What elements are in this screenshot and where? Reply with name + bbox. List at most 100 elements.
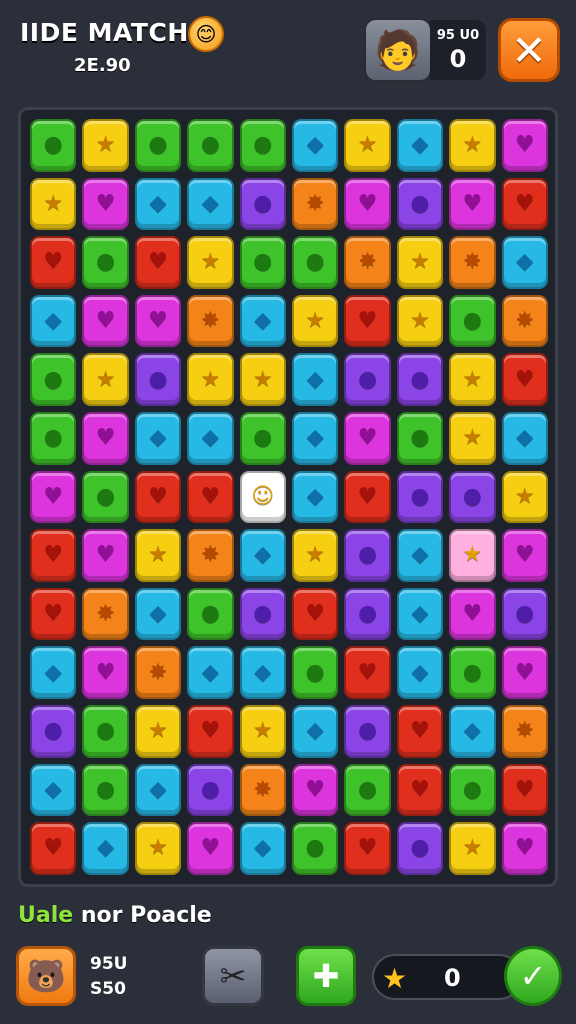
game-tile[interactable]: ◆: [82, 822, 129, 875]
game-tile[interactable]: ♥: [396, 763, 444, 817]
game-tile[interactable]: ●: [239, 236, 286, 289]
game-tile[interactable]: ◆: [291, 411, 339, 465]
game-tile[interactable]: ●: [396, 470, 444, 524]
game-tile[interactable]: ●: [30, 353, 77, 406]
confirm-button[interactable]: ✓: [504, 946, 562, 1006]
game-tile[interactable]: ●: [82, 763, 129, 817]
game-tile[interactable]: ♥: [501, 529, 548, 582]
game-tile[interactable]: ♥: [501, 646, 548, 699]
game-tile[interactable]: ◆: [396, 646, 444, 699]
game-tile[interactable]: ★: [449, 119, 496, 172]
close-button[interactable]: ✕: [498, 18, 560, 82]
game-tile[interactable]: ♥: [30, 529, 77, 582]
game-tile[interactable]: ✸: [501, 294, 548, 348]
game-tile[interactable]: ●: [396, 411, 444, 465]
game-tile[interactable]: ♥: [291, 587, 339, 641]
game-tile[interactable]: ♥: [134, 236, 182, 289]
game-tile[interactable]: ◆: [291, 470, 339, 524]
game-tile[interactable]: ♥: [82, 646, 129, 699]
game-tile[interactable]: ♥: [82, 411, 129, 465]
game-tile[interactable]: ♥: [291, 763, 339, 817]
game-tile[interactable]: ●: [344, 763, 391, 817]
game-tile[interactable]: ✸: [501, 704, 548, 758]
game-tile[interactable]: ♥: [501, 177, 548, 231]
game-tile[interactable]: ✸: [449, 236, 496, 289]
game-tile[interactable]: ♥: [501, 353, 548, 406]
game-tile[interactable]: ◆: [187, 177, 234, 231]
game-tile[interactable]: ♥: [396, 704, 444, 758]
game-tile[interactable]: ●: [239, 587, 286, 641]
game-tile[interactable]: ✸: [187, 529, 234, 582]
game-tile[interactable]: ♥: [344, 822, 391, 875]
game-tile[interactable]: ♥: [501, 822, 548, 875]
game-tile[interactable]: ●: [396, 822, 444, 875]
game-tile[interactable]: ♥: [344, 294, 391, 348]
game-tile[interactable]: ◆: [396, 529, 444, 582]
game-tile[interactable]: ●: [239, 411, 286, 465]
game-tile[interactable]: ★: [134, 529, 182, 582]
game-tile[interactable]: ♥: [187, 470, 234, 524]
game-tile[interactable]: ◆: [291, 704, 339, 758]
game-tile[interactable]: ●: [501, 587, 548, 641]
game-tile[interactable]: ♥: [82, 294, 129, 348]
game-tile[interactable]: ✸: [239, 763, 286, 817]
game-tile[interactable]: ◆: [134, 587, 182, 641]
game-tile[interactable]: ◆: [187, 646, 234, 699]
game-tile[interactable]: ♥: [501, 763, 548, 817]
game-tile[interactable]: ★: [396, 236, 444, 289]
game-tile[interactable]: ★: [239, 353, 286, 406]
game-tile[interactable]: ✸: [291, 177, 339, 231]
game-tile[interactable]: ◆: [134, 411, 182, 465]
game-tile[interactable]: ●: [449, 294, 496, 348]
game-tile[interactable]: ★: [30, 177, 77, 231]
game-tile[interactable]: ★: [449, 529, 496, 582]
game-tile[interactable]: ●: [344, 587, 391, 641]
game-tile[interactable]: ☺: [239, 470, 286, 524]
game-tile[interactable]: ♥: [30, 470, 77, 524]
game-tile[interactable]: ◆: [396, 587, 444, 641]
game-tile[interactable]: ●: [187, 763, 234, 817]
game-tile[interactable]: ◆: [239, 294, 286, 348]
game-tile[interactable]: ◆: [134, 763, 182, 817]
game-tile[interactable]: ●: [82, 704, 129, 758]
game-tile[interactable]: ♥: [134, 294, 182, 348]
player-avatar[interactable]: 🧑: [364, 18, 432, 82]
game-tile[interactable]: ◆: [501, 411, 548, 465]
game-tile[interactable]: ●: [30, 704, 77, 758]
game-tile[interactable]: ●: [396, 353, 444, 406]
game-tile[interactable]: ★: [187, 236, 234, 289]
game-tile[interactable]: ✸: [82, 587, 129, 641]
game-tile[interactable]: ◆: [501, 236, 548, 289]
game-tile[interactable]: ★: [501, 470, 548, 524]
game-tile[interactable]: ●: [30, 411, 77, 465]
game-tile[interactable]: ●: [239, 177, 286, 231]
game-tile[interactable]: ●: [187, 119, 234, 172]
game-tile[interactable]: ♥: [30, 236, 77, 289]
game-tile[interactable]: ♥: [187, 822, 234, 875]
game-tile[interactable]: ●: [291, 646, 339, 699]
game-tile[interactable]: ★: [291, 294, 339, 348]
game-tile[interactable]: ◆: [30, 646, 77, 699]
game-tile[interactable]: ★: [82, 119, 129, 172]
game-tile[interactable]: ★: [239, 704, 286, 758]
game-tile[interactable]: ◆: [239, 646, 286, 699]
game-tile[interactable]: ◆: [30, 294, 77, 348]
game-tile[interactable]: ♥: [187, 704, 234, 758]
game-tile[interactable]: ★: [82, 353, 129, 406]
game-tile[interactable]: ♥: [30, 587, 77, 641]
game-tile[interactable]: ★: [344, 119, 391, 172]
game-tile[interactable]: ◆: [396, 119, 444, 172]
game-tile[interactable]: ◆: [239, 529, 286, 582]
tools-button[interactable]: ✂: [202, 946, 264, 1006]
game-tile[interactable]: ◆: [239, 822, 286, 875]
game-tile[interactable]: ●: [82, 470, 129, 524]
game-tile[interactable]: ♥: [344, 646, 391, 699]
game-tile[interactable]: ★: [291, 529, 339, 582]
game-tile[interactable]: ●: [82, 236, 129, 289]
game-tile[interactable]: ●: [449, 763, 496, 817]
game-tile[interactable]: ●: [134, 353, 182, 406]
game-tile[interactable]: ★: [187, 353, 234, 406]
game-tile[interactable]: ✸: [134, 646, 182, 699]
game-tile[interactable]: ●: [396, 177, 444, 231]
game-tile[interactable]: ♥: [344, 470, 391, 524]
